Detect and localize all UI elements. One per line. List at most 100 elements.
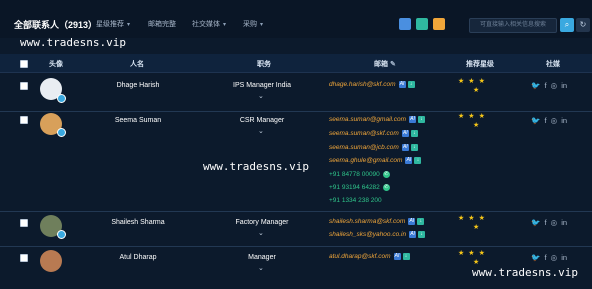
social-links: 🐦 f ◎ in [531,116,567,125]
download-icon[interactable]: ↓ [402,253,410,260]
menu-star-recommend[interactable]: 星级推荐 ▾ [96,19,130,29]
row-checkbox[interactable] [20,219,28,227]
ai-icon[interactable]: AI [408,218,416,225]
facebook-icon[interactable]: f [544,218,546,227]
header-name: 人名 [130,61,144,68]
header-avatar: 头像 [49,61,63,68]
header-email-label: 邮箱 [374,61,388,68]
contact-position: Factory Manager [235,219,289,226]
phone-number[interactable]: +91 1334 238 200 [329,197,382,204]
edit-icon[interactable]: ✎ [390,61,396,68]
email-action-icon[interactable] [399,18,411,30]
ai-icon[interactable]: AI [401,144,409,151]
linkedin-icon[interactable]: in [561,218,567,227]
instagram-icon[interactable]: ◎ [551,218,558,227]
contact-name[interactable]: Dhage Harish [88,82,188,89]
row-checkbox[interactable] [20,254,28,262]
twitter-icon[interactable]: 🐦 [531,253,540,262]
search-button[interactable]: ⌕ [560,18,574,32]
row-checkbox[interactable] [20,116,28,124]
download-icon[interactable]: ↓ [407,81,415,88]
email-item: atul.dharap@skf.com AI ↓ [329,253,410,260]
expand-chevron-icon[interactable]: ⌄ [258,264,264,272]
download-icon[interactable]: ↓ [414,157,422,164]
facebook-icon[interactable]: f [544,81,546,90]
ai-icon[interactable]: AI [409,231,417,238]
instagram-icon[interactable]: ◎ [551,253,558,262]
download-icon[interactable] [416,18,428,30]
email-item: seema.ghule@gmail.com AI ↓ [329,157,422,164]
ai-icon[interactable]: AI [393,253,401,260]
email-address[interactable]: seema.ghule@gmail.com [329,157,402,164]
email-item: shailesh_sks@yahoo.co.in AI ↓ [329,231,426,238]
contact-name[interactable]: Atul Dharap [88,254,188,261]
contact-position: CSR Manager [239,117,285,124]
verified-badge-icon [57,94,66,103]
phone-item: +91 93194 64282 ✆ [329,184,390,191]
download-icon[interactable]: ↓ [417,218,425,225]
select-all-checkbox[interactable] [20,60,28,68]
facebook-icon[interactable]: f [544,253,546,262]
email-item: dhage.harish@skf.com AI ↓ [329,81,415,88]
search-input[interactable]: 可直接输入相关信息搜索 [469,18,557,33]
contact-name[interactable]: Seema Suman [88,117,188,124]
linkedin-icon[interactable]: in [561,116,567,125]
social-links: 🐦 f ◎ in [531,81,567,90]
email-item: shailesh.sharma@skf.com AI ↓ [329,218,425,225]
facebook-icon[interactable]: f [544,116,546,125]
email-address[interactable]: seema.suman@gmail.com [329,116,406,123]
expand-chevron-icon[interactable]: ⌄ [258,92,264,100]
caret-down-icon: ▾ [260,22,264,28]
linkedin-icon[interactable]: in [561,253,567,262]
email-address[interactable]: atul.dharap@skf.com [329,253,391,260]
rating-stars-top: ★★★ [458,113,489,120]
ai-icon[interactable]: AI [401,130,409,137]
whatsapp-icon[interactable]: ✆ [382,184,390,191]
twitter-icon[interactable]: 🐦 [531,81,540,90]
header-rating: 推荐星级 [466,61,494,68]
export-icon[interactable] [433,18,445,30]
linkedin-icon[interactable]: in [561,81,567,90]
watermark: www.tradesns.vip [20,36,126,49]
menu-email-complete[interactable]: 邮箱完整 [148,19,176,29]
ai-icon[interactable]: AI [398,81,406,88]
instagram-icon[interactable]: ◎ [551,81,558,90]
rating-star-bottom: ★ [473,87,480,94]
whatsapp-icon[interactable]: ✆ [382,171,390,178]
download-icon[interactable]: ↓ [410,130,418,137]
instagram-icon[interactable]: ◎ [551,116,558,125]
download-icon[interactable]: ↓ [418,231,426,238]
ai-icon[interactable]: AI [405,157,413,164]
download-icon[interactable]: ↓ [418,116,426,123]
table-row [0,73,592,112]
email-item: seema.suman@gmail.com AI ↓ [329,116,426,123]
email-address[interactable]: dhage.harish@skf.com [329,81,396,88]
expand-chevron-icon[interactable]: ⌄ [258,127,264,135]
phone-number[interactable]: +91 93194 64282 [329,184,380,191]
menu-label: 星级推荐 [96,21,124,28]
ai-icon[interactable]: AI [409,116,417,123]
email-address[interactable]: shailesh_sks@yahoo.co.in [329,231,406,238]
menu-label: 邮箱完整 [148,21,176,28]
rating-stars-top: ★★★ [458,78,489,85]
expand-chevron-icon[interactable]: ⌄ [258,229,264,237]
menu-procurement[interactable]: 采购 ▾ [243,19,263,29]
email-address[interactable]: seema.suman@skf.com [329,130,399,137]
phone-item: +91 1334 238 200 [329,197,382,204]
verified-badge-icon [57,230,66,239]
contact-position: Manager [248,254,276,261]
menu-label: 采购 [243,21,257,28]
phone-number[interactable]: +91 84778 00090 [329,171,380,178]
menu-label: 社交媒体 [192,21,220,28]
download-icon[interactable]: ↓ [410,144,418,151]
watermark: www.tradesns.vip [472,266,578,279]
refresh-button[interactable]: ↻ [576,18,590,32]
twitter-icon[interactable]: 🐦 [531,218,540,227]
contact-name[interactable]: Shailesh Sharma [88,219,188,226]
rating-star-bottom: ★ [473,224,480,231]
email-address[interactable]: shailesh.sharma@skf.com [329,218,405,225]
email-address[interactable]: seema.suman@jcb.com [329,144,399,151]
twitter-icon[interactable]: 🐦 [531,116,540,125]
menu-social-media[interactable]: 社交媒体 ▾ [192,19,226,29]
row-checkbox[interactable] [20,82,28,90]
